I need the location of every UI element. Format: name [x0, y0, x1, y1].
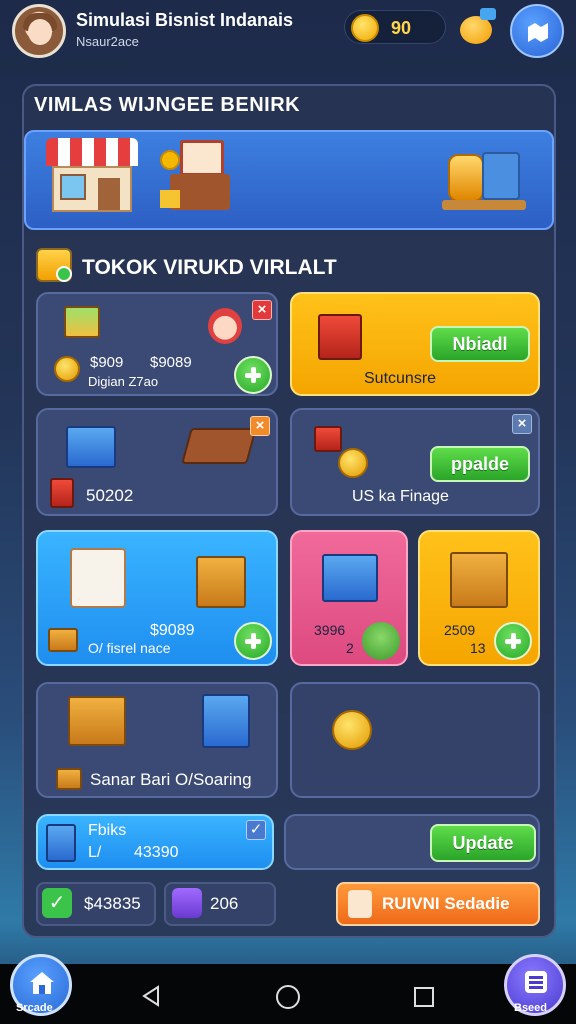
card1-price-b: $9089 [150, 354, 192, 371]
card6-sub: 2 [346, 640, 354, 656]
fund-icon [46, 824, 76, 862]
add-button[interactable] [494, 622, 532, 660]
update-button[interactable]: Update [430, 824, 536, 862]
storage-bin-icon [66, 426, 116, 468]
check-icon[interactable]: ✓ [246, 820, 266, 840]
card6-value: 3996 [314, 622, 346, 638]
mascot-icon [362, 622, 400, 660]
cardboard-box-icon [196, 556, 246, 608]
coin-icon [54, 356, 80, 382]
coin-count: 90 [391, 18, 412, 38]
card7-value: 2509 [444, 622, 476, 638]
gem-icon [172, 888, 202, 918]
gift-box-icon [450, 552, 508, 608]
home-nav-icon[interactable] [275, 984, 301, 1010]
small-box-icon [48, 628, 78, 652]
shop-building-icon [46, 138, 138, 216]
card1-price-a: $909 [90, 354, 124, 371]
game-title: Simulasi Bisnist Indanais [76, 10, 294, 30]
card3-value: 50202 [86, 486, 134, 505]
coin-icon [338, 448, 368, 478]
player-avatar[interactable] [12, 4, 66, 58]
panel-title: VIMLAS WIJNGEE BENIRK [34, 94, 301, 116]
recents-icon[interactable] [412, 985, 436, 1009]
card1-sub: Digian Z7ao [88, 374, 159, 389]
orange-action-label: RUIVNI Sedadie [382, 894, 510, 913]
card2-action-button[interactable]: Nbiadl [430, 326, 530, 362]
system-nav-bar [0, 964, 576, 1024]
card8-label: Sanar Bari O/Soaring [90, 770, 252, 789]
crate-icon [181, 428, 257, 464]
fund-amount: 43390 [134, 844, 179, 861]
card7-sub: 13 [470, 640, 486, 656]
back-icon[interactable] [140, 984, 162, 1008]
card5-price: $9089 [150, 622, 195, 639]
mascot-badge [480, 8, 496, 20]
player-name: Nsaur2ace [76, 34, 139, 49]
market-stall-icon [160, 140, 234, 214]
fund-prefix: L/ [88, 844, 102, 861]
map-button[interactable] [510, 4, 564, 58]
store-section-icon [36, 248, 72, 282]
card4-action-button[interactable]: ppalde [430, 446, 530, 482]
section-title: TOKOK VIRUKD VIRLALT [82, 256, 337, 279]
mascot-icon [460, 16, 492, 44]
check-icon [56, 266, 72, 282]
close-icon[interactable]: × [512, 414, 532, 434]
top-bar: Simulasi Bisnist Indanais Nsaur2ace 90 [0, 0, 576, 62]
product-box-icon [64, 306, 100, 338]
package-icon [70, 548, 126, 608]
house-icon [30, 972, 54, 994]
scroll-icon [348, 890, 372, 918]
home-label: Srcade [16, 1002, 53, 1014]
close-icon[interactable]: × [252, 300, 272, 320]
gift-box-icon [318, 314, 362, 360]
drink-icon [50, 478, 74, 508]
money-value: $43835 [84, 894, 141, 913]
avatar-face [28, 19, 52, 45]
mascot-button[interactable] [456, 8, 496, 48]
locked-coin-icon [332, 710, 372, 750]
card5-label: O/ fisrel nace [88, 640, 171, 656]
menu-label: Bseed [514, 1002, 548, 1014]
add-button[interactable] [234, 356, 272, 394]
produce-box-icon [68, 696, 126, 746]
card4-label: US ka Finage [352, 488, 449, 505]
cabinet-icon [202, 694, 250, 748]
card2-label: Sutcunsre [364, 370, 437, 387]
goods-cart-icon [442, 146, 526, 212]
list-icon [525, 971, 547, 993]
fund-title: Fbiks [88, 822, 127, 839]
map-icon [528, 23, 548, 42]
coin-balance[interactable]: 90 [344, 10, 446, 44]
small-box-icon [56, 768, 82, 790]
add-button[interactable] [234, 622, 272, 660]
fruit-icon [314, 426, 342, 452]
gem-value: 206 [210, 894, 239, 913]
truck-icon [322, 554, 378, 602]
close-icon[interactable]: × [250, 416, 270, 436]
shopkeeper-icon [208, 308, 242, 344]
empty-slot[interactable] [290, 682, 540, 798]
coin-icon [351, 14, 379, 42]
check-icon: ✓ [42, 888, 72, 918]
